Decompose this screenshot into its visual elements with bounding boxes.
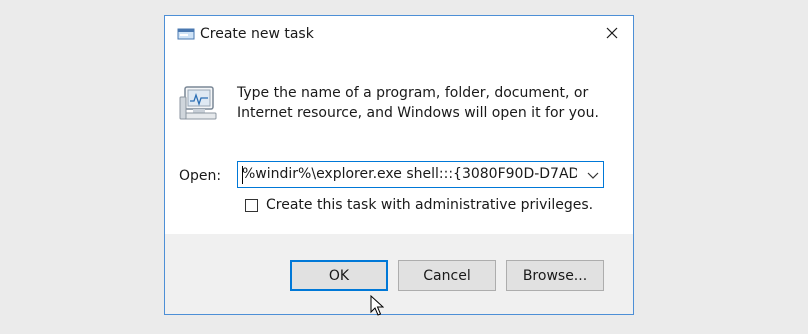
run-dialog-icon — [177, 27, 195, 41]
create-new-task-dialog: Create new task Type the name of a progr… — [164, 15, 634, 315]
instruction-text: Type the name of a program, folder, docu… — [237, 85, 599, 121]
dialog-content: Type the name of a program, folder, docu… — [165, 53, 633, 234]
chevron-down-icon[interactable] — [586, 167, 600, 183]
close-button[interactable] — [591, 16, 633, 53]
admin-privileges-label[interactable]: Create this task with administrative pri… — [266, 197, 593, 213]
open-combobox[interactable]: %windir%\explorer.exe shell:::{3080F90D-… — [237, 161, 604, 188]
ok-button[interactable]: OK — [290, 260, 388, 291]
computer-icon — [179, 83, 219, 123]
admin-privileges-checkbox[interactable] — [245, 198, 258, 212]
window-title: Create new task — [200, 26, 314, 42]
admin-privileges-row[interactable]: Create this task with administrative pri… — [245, 197, 593, 213]
text-caret — [242, 166, 243, 184]
open-label: Open: — [179, 168, 222, 184]
button-bar: OK Cancel Browse... — [165, 234, 633, 314]
browse-button[interactable]: Browse... — [506, 260, 604, 291]
title-bar: Create new task — [165, 16, 633, 53]
cancel-button[interactable]: Cancel — [398, 260, 496, 291]
mouse-pointer-icon — [370, 294, 385, 317]
open-input[interactable]: %windir%\explorer.exe shell:::{3080F90D-… — [242, 166, 577, 182]
close-icon — [606, 27, 618, 43]
